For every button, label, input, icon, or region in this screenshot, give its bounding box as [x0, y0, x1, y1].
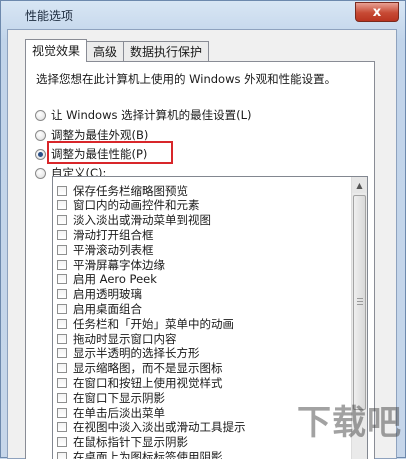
grip-line [357, 301, 363, 302]
effect-label: 淡入淡出或滑动菜单到视图 [73, 213, 211, 228]
radio-button[interactable] [35, 129, 46, 141]
effect-list-item[interactable]: 淡入淡出或滑动菜单到视图 [57, 213, 211, 228]
effect-label: 显示半透明的选择长方形 [73, 346, 200, 361]
effect-list-item[interactable]: 拖动时显示窗口内容 [57, 331, 177, 346]
grip-line [357, 298, 363, 299]
radio-label: 让 Windows 选择计算机的最佳设置(L) [51, 108, 252, 122]
watermark-logo: 下载吧 [297, 403, 402, 443]
effect-label: 平滑滚动列表框 [73, 242, 154, 257]
effect-label: 在窗口下显示阴影 [73, 390, 165, 405]
effect-label: 启用桌面组合 [73, 301, 142, 316]
effect-checkbox[interactable] [57, 303, 67, 314]
effect-list-item[interactable]: 滑动打开组合框 [57, 227, 154, 242]
effect-checkbox[interactable] [57, 407, 67, 418]
effect-checkbox[interactable] [57, 274, 67, 285]
effect-label: 在视图中淡入淡出或滑动工具提示 [73, 420, 246, 435]
effect-list-item[interactable]: 启用桌面组合 [57, 301, 142, 316]
effect-checkbox[interactable] [57, 289, 67, 300]
effect-label: 在鼠标指针下显示阴影 [73, 435, 188, 450]
effect-checkbox[interactable] [57, 244, 67, 255]
effect-list-item[interactable]: 平滑滚动列表框 [57, 242, 154, 257]
close-button[interactable]: x [355, 2, 399, 22]
tab-advanced[interactable]: 高级 [86, 41, 125, 61]
scroll-thumb[interactable] [353, 195, 366, 410]
effect-list-item[interactable]: 在单击后淡出菜单 [57, 405, 165, 420]
effect-list-item[interactable]: 在视图中淡入淡出或滑动工具提示 [57, 420, 246, 435]
effect-checkbox[interactable] [57, 348, 67, 359]
effect-label: 显示缩略图，而不是显示图标 [73, 361, 223, 376]
title-bar[interactable]: 性能选项 x [1, 1, 405, 29]
effect-label: 启用透明玻璃 [73, 287, 142, 302]
tab-visual-effects[interactable]: 视觉效果 [25, 39, 88, 62]
effect-list-item[interactable]: 启用 Aero Peek [57, 272, 157, 287]
effect-label: 在单击后淡出菜单 [73, 405, 165, 420]
effect-label: 在桌面上为图标标签使用阴影 [73, 449, 223, 459]
effect-label: 平滑屏幕字体边缘 [73, 257, 165, 272]
effect-label: 窗口内的动画控件和元素 [73, 198, 200, 213]
performance-options-window: 性能选项 x 视觉效果 高级 数据执行保护 选择您想在此计算机上使用的 Wind… [0, 0, 406, 459]
effect-label: 保存任务栏缩略图预览 [73, 183, 188, 198]
effect-list-item[interactable]: 显示半透明的选择长方形 [57, 346, 200, 361]
effect-label: 任务栏和「开始」菜单中的动画 [73, 316, 234, 331]
effect-checkbox[interactable] [57, 185, 67, 196]
effect-label: 在窗口和按钮上使用视觉样式 [73, 375, 223, 390]
effect-checkbox[interactable] [57, 229, 67, 240]
effect-checkbox[interactable] [57, 437, 67, 448]
effect-checkbox[interactable] [57, 392, 67, 403]
effect-label: 滑动打开组合框 [73, 227, 154, 242]
radio-button[interactable] [35, 109, 46, 121]
description-text: 选择您想在此计算机上使用的 Windows 外观和性能设置。 [36, 72, 337, 86]
effect-list-item[interactable]: 任务栏和「开始」菜单中的动画 [57, 316, 234, 331]
grip-line [357, 304, 363, 305]
arrow-up-icon: ▲ [356, 180, 363, 190]
effect-list-item[interactable]: 保存任务栏缩略图预览 [57, 183, 188, 198]
scroll-up-button[interactable]: ▲ [352, 177, 367, 193]
effect-list-item[interactable]: 在窗口下显示阴影 [57, 390, 165, 405]
close-icon: x [372, 4, 382, 20]
tab-strip: 视觉效果 高级 数据执行保护 [25, 39, 210, 62]
effect-checkbox[interactable] [57, 422, 67, 433]
effect-list-item[interactable]: 显示缩略图，而不是显示图标 [57, 361, 223, 376]
radio-let-windows-choose[interactable]: 让 Windows 选择计算机的最佳设置(L) [35, 107, 252, 123]
red-highlight-box [47, 141, 173, 164]
effect-list-item[interactable]: 窗口内的动画控件和元素 [57, 198, 200, 213]
tab-data-execution-prevention[interactable]: 数据执行保护 [123, 41, 210, 61]
effect-checkbox[interactable] [57, 215, 67, 226]
effect-list-item[interactable]: 启用透明玻璃 [57, 287, 142, 302]
radio-button[interactable] [35, 167, 46, 179]
effect-label: 拖动时显示窗口内容 [73, 331, 177, 346]
effect-checkbox[interactable] [57, 200, 67, 211]
effect-checkbox[interactable] [57, 363, 67, 374]
effect-list-item[interactable]: 在鼠标指针下显示阴影 [57, 435, 188, 450]
effect-list-item[interactable]: 平滑屏幕字体边缘 [57, 257, 165, 272]
effect-checkbox[interactable] [57, 259, 67, 270]
effect-checkbox[interactable] [57, 333, 67, 344]
window-title: 性能选项 [25, 9, 74, 23]
effect-list-item[interactable]: 在窗口和按钮上使用视觉样式 [57, 375, 223, 390]
radio-button-checked[interactable] [35, 148, 46, 160]
effect-checkbox[interactable] [57, 377, 67, 388]
effect-checkbox[interactable] [57, 318, 67, 329]
effect-label: 启用 Aero Peek [73, 272, 157, 287]
